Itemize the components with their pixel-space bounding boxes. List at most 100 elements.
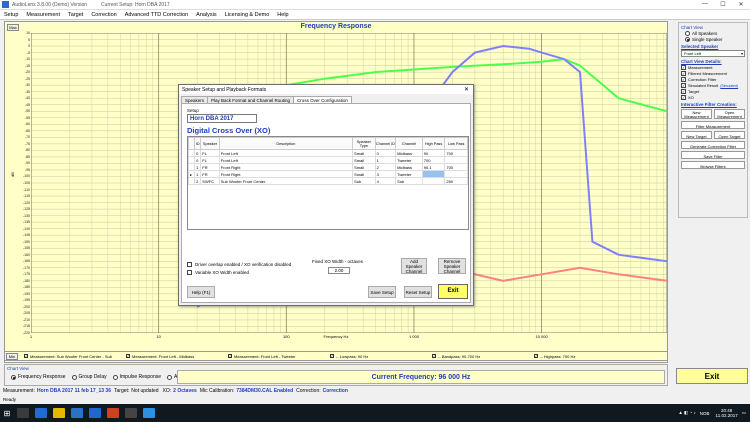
chart-view-group-label: Chart View (681, 25, 703, 30)
menu-analysis[interactable]: Analysis (192, 12, 220, 18)
radio-group-delay[interactable]: Group Delay (71, 374, 107, 380)
close-icon[interactable]: ✕ (732, 1, 750, 8)
menu-licensing[interactable]: Licensing & Demo (221, 12, 274, 18)
y-tick-label: -170 (22, 265, 30, 270)
language-indicator[interactable]: NOB (700, 411, 710, 416)
dialog-exit-button[interactable]: Exit (438, 284, 468, 299)
menu-correction[interactable]: Correction (87, 12, 120, 18)
maximize-icon[interactable]: ☐ (714, 1, 732, 8)
notification-icon[interactable]: ▭ (742, 410, 746, 416)
save-filter-button[interactable]: Save Filter (681, 151, 745, 159)
new-measurement-button[interactable]: New Measurement (681, 109, 712, 119)
app-icon[interactable] (125, 408, 137, 418)
search-icon[interactable] (17, 408, 29, 418)
check-target[interactable]: ✓ Target (681, 89, 745, 94)
x-axis-label: Frequency Hz (323, 334, 349, 339)
generate-filter-button[interactable]: Generate Correction Filter (681, 141, 745, 149)
menu-target[interactable]: Target (64, 12, 87, 18)
check-correction-filter[interactable]: ✓ Correction Filter (681, 77, 745, 82)
check-simulated-result[interactable]: ✓ Simulated Result (Simulated) (681, 83, 745, 88)
legend-item[interactable]: ✓ -- Bandpass: 90-700 Hz (432, 354, 528, 359)
menu-measurement[interactable]: Measurement (22, 12, 64, 18)
explorer-icon[interactable] (53, 408, 65, 418)
maximize-plot-button[interactable]: Max (7, 24, 19, 31)
help-button[interactable]: Help (F1) (187, 286, 215, 298)
ready-status: Ready (3, 397, 17, 402)
remove-speaker-channel-button[interactable]: Remove Speaker Channel (438, 258, 466, 274)
legend-bar: Min ✓ Measurement: Sub Woofer Front Cente… (4, 351, 668, 361)
crossover-panel: Setup Horn DBA 2017 Digital Cross Over (… (181, 103, 471, 303)
xo-width-input[interactable]: 2.00 (328, 267, 350, 274)
tray-icons[interactable]: ▲ ◧ ◔ ♪ (678, 410, 695, 416)
y-tick-label: -70 (24, 135, 30, 140)
variable-xo-checkbox[interactable]: Variable XO Width enabled (187, 270, 249, 275)
y-tick-label: -130 (22, 213, 30, 218)
y-tick-label: -75 (24, 141, 30, 146)
radio-impulse-response[interactable]: Impulse Response (112, 374, 161, 380)
selected-speaker-dropdown[interactable]: Front Left ▾ (681, 50, 745, 57)
y-tick-label: -65 (24, 128, 30, 133)
simulated-link[interactable]: (Simulated) (720, 84, 738, 88)
y-tick-label: -85 (24, 154, 30, 159)
save-setup-button[interactable]: Save Setup (368, 286, 396, 298)
y-tick-label: -110 (23, 187, 30, 192)
y-tick-label: -30 (24, 83, 30, 88)
legend-item[interactable]: ✓ -- Lowpass: 90 Hz (330, 354, 426, 359)
y-tick-label: -155 (22, 246, 30, 251)
minimize-plot-button[interactable]: Min (6, 352, 18, 360)
y-tick-label: -5 (26, 50, 30, 55)
browse-filters-button[interactable]: Browse Filters (681, 161, 745, 169)
xo-table[interactable]: ID Speaker Description Speaker Type Chan… (187, 136, 469, 230)
dialog-close-icon[interactable]: ✕ (464, 86, 469, 93)
y-tick-label: -105 (22, 181, 30, 185)
check-xo[interactable]: ✓ XO (681, 95, 745, 100)
store-icon[interactable] (71, 408, 83, 418)
legend-item[interactable]: ✓ Measurement: Sub Woofer Front Center - … (24, 354, 120, 359)
y-tick-label: -140 (22, 226, 30, 231)
filter-measurement-button[interactable]: Filter Measurement (681, 121, 745, 129)
minimize-icon[interactable]: — (696, 1, 714, 8)
app-icon[interactable] (107, 408, 119, 418)
y-tick-label: -150 (22, 239, 30, 244)
y-tick-label: -60 (24, 122, 30, 127)
menu-advanced-ttd[interactable]: Advanced TTD Correction (121, 12, 192, 18)
xo-title: Digital Cross Over (XO) (187, 126, 271, 135)
outlook-icon[interactable] (89, 408, 101, 418)
table-row[interactable]: ▸ 1 FR Front Right Small 3 Tweeter (187, 170, 468, 178)
y-tick-label: -210 (22, 317, 30, 322)
add-speaker-channel-button[interactable]: Add Speaker Channel (401, 258, 427, 274)
open-measurement-button[interactable]: Open Measurement (714, 109, 745, 119)
check-filtered-measurement[interactable]: ✓ Filtered Measurement (681, 71, 745, 76)
y-tick-label: -20 (24, 70, 30, 75)
reset-setup-button[interactable]: Reset Setup (404, 286, 432, 298)
radio-frequency-response[interactable]: Frequency Response (11, 374, 66, 380)
y-tick-label: -25 (24, 76, 30, 81)
radio-all-speakers[interactable]: All Speakers (685, 31, 745, 36)
table-row[interactable]: 0 FL Front Left Small 1 Tweeter 700 (187, 156, 468, 164)
exit-button[interactable]: Exit (676, 368, 748, 384)
clock[interactable]: 20:48 11.02.2017 (716, 408, 738, 418)
open-target-button[interactable]: Open Target (714, 131, 745, 139)
menu-help[interactable]: Help (273, 12, 292, 18)
menu-setup[interactable]: Setup (0, 12, 22, 18)
legend-item[interactable]: ✓ -- Highpass: 700 Hz (534, 354, 630, 359)
driver-overlap-checkbox[interactable]: Driver overlap enabled / XO verification… (187, 262, 291, 267)
y-tick-label: -145 (22, 233, 30, 238)
table-row[interactable]: 2 SWFC Sub Woofer Front Center Sub 4 Sub 250 (187, 177, 468, 185)
check-measurement[interactable]: ✓ Measurement (681, 65, 745, 70)
windows-start-icon[interactable]: ⊞ (0, 404, 14, 422)
table-row[interactable]: 0 FL Front Left Small 0 Midbass 90 700 (187, 149, 468, 157)
new-target-button[interactable]: New Target (681, 131, 712, 139)
edge-icon[interactable] (35, 408, 47, 418)
audiolens-taskbar-icon[interactable] (143, 408, 155, 418)
legend-item[interactable]: ✓ Measurement: Front Left - Midbass (126, 354, 222, 359)
y-tick-label: -35 (24, 89, 30, 94)
y-tick-label: -10 (24, 57, 30, 62)
table-row[interactable]: 1 FR Front Right Small 2 Midbass 90,1 700 (187, 163, 468, 171)
legend-item[interactable]: ✓ Measurement: Front Left - Tweeter (228, 354, 324, 359)
setup-name-field[interactable]: Horn DBA 2017 (187, 114, 257, 123)
radio-single-speaker[interactable]: Single Speaker (685, 37, 745, 42)
y-tick-label: -205 (22, 311, 30, 316)
y-tick-label: -165 (22, 259, 30, 264)
dialog-title-bar: Speaker Setup and Playback Formats ✕ (179, 85, 473, 94)
